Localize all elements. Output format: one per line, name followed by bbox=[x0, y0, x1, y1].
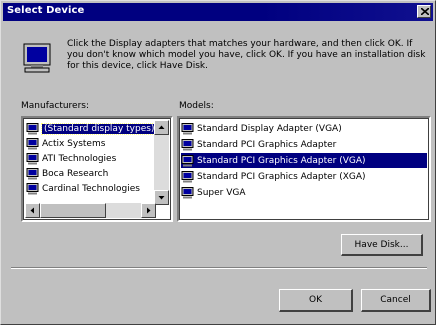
manufacturer-item-label: Cardinal Technologies bbox=[42, 183, 140, 194]
list-item[interactable]: Cardinal Technologies bbox=[26, 181, 140, 196]
manufacturer-item-label: Boca Research bbox=[42, 168, 109, 179]
manufacturer-item-label: Actix Systems bbox=[42, 138, 106, 149]
list-item[interactable]: Standard PCI Graphics Adapter bbox=[181, 137, 427, 152]
model-item-label: Standard PCI Graphics Adapter (VGA) bbox=[197, 155, 366, 166]
models-label: Models: bbox=[179, 101, 214, 111]
monitor-icon bbox=[26, 152, 39, 164]
arrow-down-icon bbox=[158, 196, 165, 200]
vertical-scrollbar[interactable] bbox=[154, 120, 169, 205]
instructions-text: Click the Display adapters that matches … bbox=[67, 39, 426, 71]
ok-button[interactable]: OK bbox=[279, 289, 353, 312]
models-listbox[interactable]: Standard Display Adapter (VGA) Standard … bbox=[177, 116, 431, 222]
scroll-left-button[interactable] bbox=[25, 203, 40, 218]
monitor-icon bbox=[26, 137, 39, 149]
manufacturer-item-label: ATI Technologies bbox=[42, 153, 117, 164]
model-item-label: Standard PCI Graphics Adapter (XGA) bbox=[197, 171, 366, 182]
list-item[interactable]: Boca Research bbox=[26, 166, 108, 181]
monitor-icon bbox=[26, 182, 39, 194]
monitor-icon bbox=[181, 122, 194, 134]
scroll-right-button[interactable] bbox=[141, 203, 156, 218]
select-device-dialog: Select Device Click the Display adapters… bbox=[0, 0, 436, 325]
title-bar[interactable]: Select Device bbox=[3, 3, 433, 21]
model-item-label: Standard PCI Graphics Adapter bbox=[197, 139, 337, 150]
horizontal-scrollbar[interactable] bbox=[25, 203, 156, 218]
manufacturers-label: Manufacturers: bbox=[21, 101, 90, 111]
list-item[interactable]: Standard Display Adapter (VGA) bbox=[181, 121, 427, 136]
list-item[interactable]: ATI Technologies bbox=[26, 151, 116, 166]
monitor-icon bbox=[26, 167, 39, 179]
monitor-icon bbox=[181, 170, 194, 182]
model-item-label: Super VGA bbox=[197, 187, 246, 198]
scroll-up-button[interactable] bbox=[154, 120, 169, 135]
manufacturer-item-label: (Standard display types) bbox=[40, 122, 158, 135]
monitor-icon bbox=[26, 122, 39, 134]
list-item[interactable]: Super VGA bbox=[181, 185, 427, 200]
monitor-icon bbox=[181, 138, 194, 150]
divider bbox=[11, 267, 427, 269]
window-title: Select Device bbox=[7, 5, 85, 16]
arrow-up-icon bbox=[158, 125, 165, 129]
monitor-icon bbox=[181, 186, 194, 198]
monitor-icon bbox=[181, 154, 194, 166]
list-item-selected[interactable]: Standard PCI Graphics Adapter (VGA) bbox=[181, 153, 427, 168]
list-item[interactable]: Actix Systems bbox=[26, 136, 105, 151]
scroll-thumb[interactable] bbox=[40, 203, 106, 218]
list-item[interactable]: Standard PCI Graphics Adapter (XGA) bbox=[181, 169, 427, 184]
manufacturers-listbox[interactable]: (Standard display types) Actix Systems A… bbox=[21, 116, 173, 222]
close-button[interactable] bbox=[417, 5, 431, 18]
model-item-label: Standard Display Adapter (VGA) bbox=[197, 123, 342, 134]
list-item[interactable]: (Standard display types) bbox=[26, 121, 158, 136]
arrow-right-icon bbox=[147, 207, 151, 214]
monitor-icon bbox=[23, 43, 51, 73]
close-icon bbox=[421, 8, 429, 15]
arrow-left-icon bbox=[30, 207, 34, 214]
have-disk-button[interactable]: Have Disk... bbox=[341, 234, 423, 256]
scroll-down-button[interactable] bbox=[154, 190, 169, 205]
cancel-button[interactable]: Cancel bbox=[361, 289, 431, 312]
